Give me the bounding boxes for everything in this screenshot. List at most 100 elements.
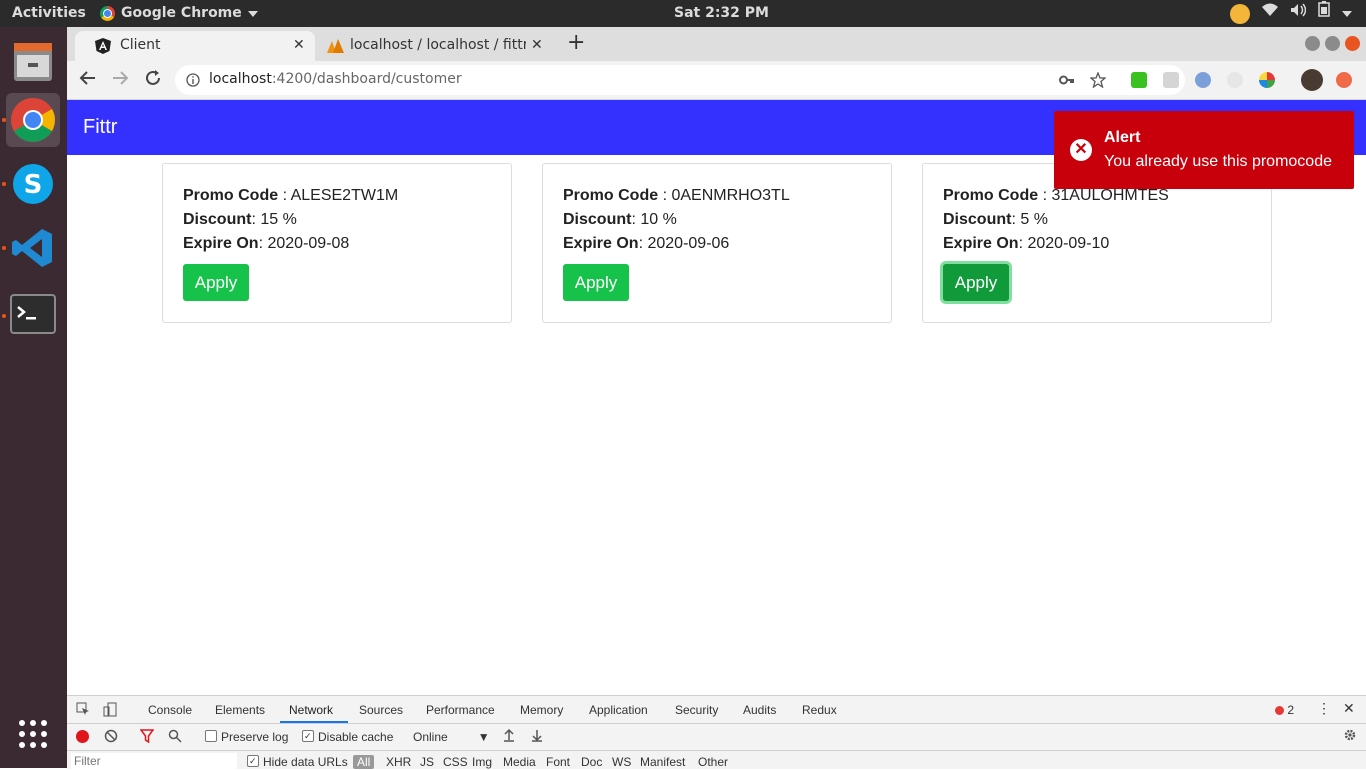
- svg-text:S: S: [24, 170, 43, 200]
- star-icon[interactable]: [1090, 72, 1106, 88]
- close-tab-icon[interactable]: ✕: [531, 37, 543, 53]
- network-toolbar: Preserve log Disable cache Online▼: [67, 724, 1366, 751]
- system-tray[interactable]: [1230, 0, 1352, 27]
- error-counter[interactable]: 2: [1275, 703, 1294, 717]
- filter-type-other[interactable]: Other: [698, 755, 728, 769]
- filter-icon[interactable]: [139, 729, 155, 746]
- apply-button[interactable]: Apply: [943, 264, 1009, 301]
- close-window-button[interactable]: [1345, 36, 1360, 51]
- active-tab-indicator: [280, 721, 348, 723]
- tab-title: Client: [120, 37, 161, 53]
- throttling-select[interactable]: Online ▼: [413, 730, 490, 744]
- search-icon[interactable]: [168, 729, 182, 746]
- discount-value: 5 %: [1020, 211, 1048, 228]
- terminal-launcher[interactable]: [6, 287, 60, 341]
- chrome-launcher[interactable]: [6, 93, 60, 147]
- skype-launcher[interactable]: S: [6, 157, 60, 211]
- chevron-down-icon: [247, 10, 258, 17]
- volume-icon[interactable]: [1290, 0, 1307, 27]
- system-menu-chevron-icon[interactable]: [1342, 10, 1352, 17]
- grid-extension-icon[interactable]: [1163, 72, 1179, 88]
- inspect-element-icon[interactable]: [76, 702, 90, 719]
- browser-toolbar: localhost:4200/dashboard/customer: [67, 61, 1366, 100]
- update-notifier-icon[interactable]: [1230, 3, 1250, 24]
- device-toolbar-icon[interactable]: [103, 702, 117, 720]
- export-har-icon[interactable]: [531, 728, 543, 745]
- settings-gear-icon[interactable]: [1343, 728, 1357, 745]
- timer-extension-icon[interactable]: [1227, 72, 1243, 88]
- tab-audits[interactable]: Audits: [743, 703, 776, 717]
- forward-button[interactable]: [111, 69, 129, 92]
- tab-application[interactable]: Application: [589, 703, 648, 717]
- chrome-icon: [100, 6, 115, 21]
- reload-icon: [146, 70, 160, 85]
- activities-button[interactable]: Activities: [12, 0, 86, 27]
- close-devtools-icon[interactable]: ✕: [1343, 700, 1355, 717]
- tab-sources[interactable]: Sources: [359, 703, 403, 717]
- wifi-icon[interactable]: [1262, 0, 1278, 27]
- tab-phpmyadmin[interactable]: localhost / localhost / fittr ✕: [317, 31, 553, 61]
- more-options-icon[interactable]: ⋮: [1317, 700, 1331, 717]
- filter-input[interactable]: [71, 753, 237, 769]
- reload-button[interactable]: [144, 69, 162, 92]
- profile-avatar[interactable]: [1301, 69, 1323, 91]
- filter-type-font[interactable]: Font: [546, 755, 570, 769]
- tab-memory[interactable]: Memory: [520, 703, 563, 717]
- filter-type-manifest[interactable]: Manifest: [640, 755, 685, 769]
- toast-title: Alert: [1104, 129, 1141, 146]
- preserve-log-checkbox[interactable]: Preserve log: [205, 730, 288, 744]
- filter-type-ws[interactable]: WS: [612, 755, 631, 769]
- show-applications-button[interactable]: [6, 707, 60, 761]
- app-grid-icon: [19, 720, 47, 748]
- vscode-launcher[interactable]: [6, 221, 60, 275]
- key-icon[interactable]: [1059, 73, 1075, 87]
- tab-redux[interactable]: Redux: [802, 703, 837, 717]
- hide-data-urls-checkbox[interactable]: Hide data URLs: [247, 755, 348, 769]
- filter-type-all[interactable]: All: [353, 755, 375, 769]
- brand-logo[interactable]: Fittr: [83, 116, 117, 139]
- tab-console[interactable]: Console: [148, 703, 192, 717]
- apply-button[interactable]: Apply: [183, 264, 249, 301]
- apply-button[interactable]: Apply: [563, 264, 629, 301]
- filter-type-media[interactable]: Media: [503, 755, 536, 769]
- info-icon[interactable]: [186, 73, 200, 87]
- network-filter-bar: Hide data URLs All XHR JS CSS Img Media …: [67, 751, 1366, 769]
- app-menu[interactable]: Google Chrome: [100, 0, 258, 27]
- tab-elements[interactable]: Elements: [215, 703, 265, 717]
- minimize-window-button[interactable]: [1305, 36, 1320, 51]
- alert-toast[interactable]: ✕ Alert You already use this promocode: [1054, 111, 1354, 189]
- filter-type-js[interactable]: JS: [420, 755, 434, 769]
- discount-row: Discount: 5 %: [943, 211, 1048, 228]
- battery-icon[interactable]: [1318, 0, 1330, 27]
- expire-value: 2020-09-08: [267, 235, 350, 252]
- close-tab-icon[interactable]: ✕: [293, 37, 305, 53]
- tab-client[interactable]: Client ✕: [75, 31, 315, 61]
- vscode-icon: [12, 229, 52, 267]
- color-extension-icon[interactable]: [1259, 72, 1275, 88]
- record-icon[interactable]: [76, 730, 89, 743]
- address-bar[interactable]: localhost:4200/dashboard/customer: [175, 65, 1185, 95]
- tab-security[interactable]: Security: [675, 703, 718, 717]
- disable-cache-checkbox[interactable]: Disable cache: [302, 730, 393, 744]
- json-extension-icon[interactable]: [1131, 72, 1147, 88]
- import-har-icon[interactable]: [503, 728, 515, 745]
- tab-performance[interactable]: Performance: [426, 703, 495, 717]
- tab-network[interactable]: Network: [289, 703, 333, 717]
- phpmyadmin-icon: [327, 39, 344, 53]
- filter-type-doc[interactable]: Doc: [581, 755, 602, 769]
- back-button[interactable]: [79, 69, 97, 92]
- expire-row: Expire On: 2020-09-10: [943, 235, 1110, 252]
- promo-code-value: 31AULOHMTES: [1051, 187, 1169, 204]
- new-tab-button[interactable]: +: [567, 30, 585, 55]
- filter-type-css[interactable]: CSS: [443, 755, 468, 769]
- maximize-window-button[interactable]: [1325, 36, 1340, 51]
- clock[interactable]: Sat 2:32 PM: [674, 0, 769, 27]
- expire-row: Expire On: 2020-09-06: [563, 235, 730, 252]
- devtools-panel: Console Elements Network Sources Perform…: [67, 695, 1366, 769]
- filter-type-img[interactable]: Img: [472, 755, 492, 769]
- extension-icon[interactable]: [1195, 72, 1211, 88]
- update-chrome-icon[interactable]: [1336, 72, 1352, 88]
- files-launcher[interactable]: [6, 33, 60, 87]
- clear-icon[interactable]: [104, 729, 118, 746]
- filter-type-xhr[interactable]: XHR: [386, 755, 411, 769]
